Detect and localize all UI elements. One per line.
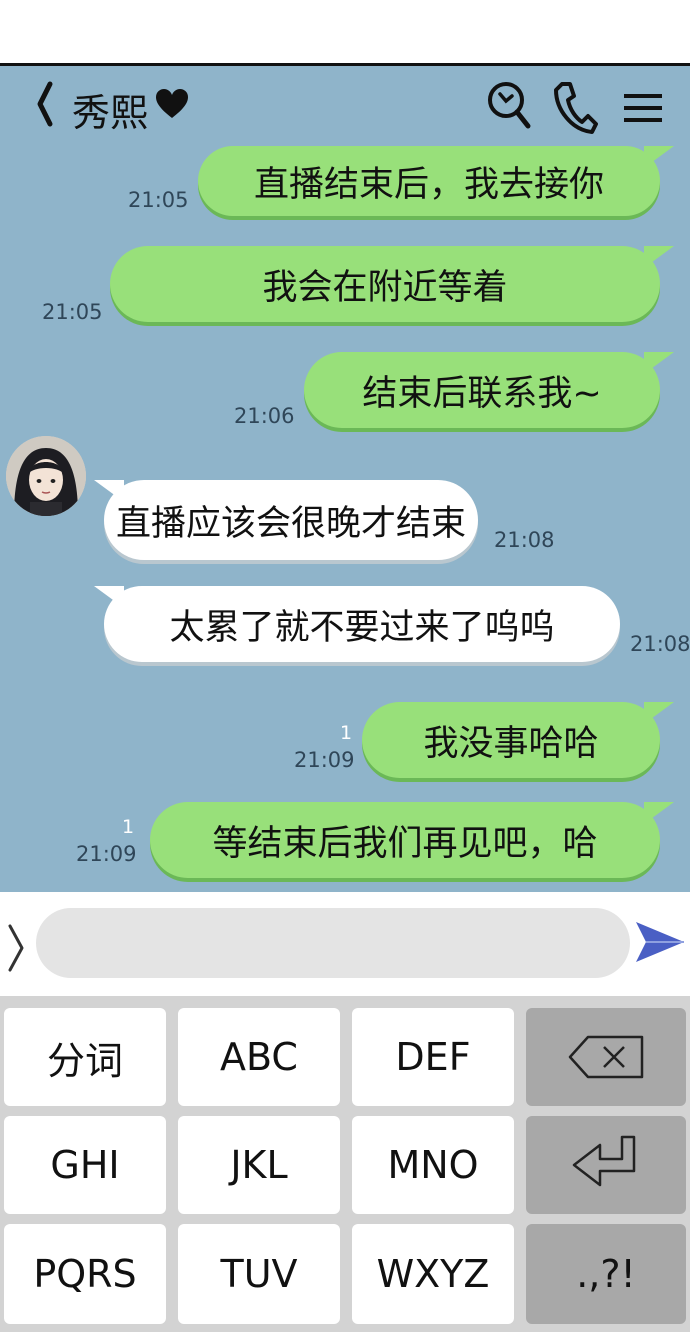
message-text: 直播结束后，我去接你 — [253, 164, 604, 205]
message-time: 21:05 — [128, 188, 189, 212]
key-label: DEF — [395, 1035, 471, 1079]
message-text: 太累了就不要过来了呜呜 — [169, 607, 555, 648]
contact-name[interactable]: 秀熙 — [72, 82, 148, 137]
bubble-tail — [644, 802, 674, 824]
key-label: JKL — [230, 1143, 288, 1187]
message-bubble-sent[interactable]: 我没事哈哈 — [362, 702, 660, 778]
bubble-tail — [94, 586, 124, 608]
key-label: TUV — [220, 1252, 298, 1296]
key-enter[interactable] — [526, 1116, 686, 1214]
message-time: 21:06 — [234, 404, 295, 428]
key-punctuation[interactable]: .,?! — [526, 1224, 686, 1324]
keyboard: 分词 ABC DEF GHI JKL MNO PQRS TUV WXYZ .,?… — [0, 996, 690, 1332]
key-label: ABC — [220, 1035, 298, 1079]
key-label: WXYZ — [376, 1252, 490, 1296]
key-abc[interactable]: ABC — [178, 1008, 340, 1106]
key-backspace[interactable] — [526, 1008, 686, 1106]
bubble-tail — [644, 702, 674, 724]
key-label: GHI — [50, 1143, 120, 1187]
key-label: MNO — [387, 1143, 479, 1187]
back-chevron-icon[interactable] — [30, 80, 58, 128]
key-label: PQRS — [33, 1252, 137, 1296]
bubble-tail — [644, 352, 674, 374]
key-segment[interactable]: 分词 — [4, 1008, 166, 1106]
message-bubble-received[interactable]: 太累了就不要过来了呜呜 — [104, 586, 620, 662]
message-text: 我会在附近等着 — [262, 267, 508, 308]
key-def[interactable]: DEF — [352, 1008, 514, 1106]
contact-avatar[interactable] — [6, 436, 86, 516]
key-ghi[interactable]: GHI — [4, 1116, 166, 1214]
message-time: 21:08 — [494, 528, 555, 552]
key-tuv[interactable]: TUV — [178, 1224, 340, 1324]
message-text: 直播应该会很晚才结束 — [115, 503, 466, 544]
chat-header: 秀熙 — [0, 66, 690, 146]
read-count: 1 — [122, 816, 135, 838]
top-margin — [0, 0, 690, 63]
menu-icon[interactable] — [622, 92, 664, 124]
message-time: 21:05 — [42, 300, 103, 324]
enter-icon — [572, 1135, 636, 1187]
bubble-tail — [644, 146, 674, 168]
message-time: 21:08 — [630, 632, 690, 656]
key-wxyz[interactable]: WXYZ — [352, 1224, 514, 1324]
message-bubble-sent[interactable]: 等结束后我们再见吧，哈 — [150, 802, 660, 878]
chat-area[interactable]: 秀熙 21:05 直播结束后，我去接你 21:05 我会在附近等着 21:06 … — [0, 66, 690, 892]
key-pqrs[interactable]: PQRS — [4, 1224, 166, 1324]
read-count: 1 — [340, 722, 353, 744]
message-text: 等结束后我们再见吧，哈 — [212, 823, 598, 864]
message-bubble-sent[interactable]: 我会在附近等着 — [110, 246, 660, 322]
bubble-tail — [94, 480, 124, 502]
message-bubble-sent[interactable]: 结束后联系我~ — [304, 352, 660, 428]
heart-icon — [156, 89, 188, 118]
key-mno[interactable]: MNO — [352, 1116, 514, 1214]
message-text: 结束后联系我~ — [362, 373, 602, 414]
message-input[interactable] — [36, 908, 630, 978]
key-label: .,?! — [576, 1252, 636, 1296]
backspace-icon — [568, 1035, 644, 1079]
message-text: 我没事哈哈 — [423, 723, 599, 764]
bubble-tail — [644, 246, 674, 268]
message-bubble-received[interactable]: 直播应该会很晚才结束 — [104, 480, 478, 560]
key-label: 分词 — [46, 1038, 123, 1083]
message-input-bar — [0, 892, 690, 996]
expand-chevron-icon[interactable] — [4, 922, 28, 974]
search-icon[interactable] — [486, 80, 532, 132]
message-bubble-sent[interactable]: 直播结束后，我去接你 — [198, 146, 660, 216]
key-jkl[interactable]: JKL — [178, 1116, 340, 1214]
message-time: 21:09 — [294, 748, 355, 772]
send-icon[interactable] — [634, 920, 686, 964]
avatar-image — [6, 436, 86, 516]
phone-call-icon[interactable] — [552, 80, 598, 134]
message-time: 21:09 — [76, 842, 137, 866]
